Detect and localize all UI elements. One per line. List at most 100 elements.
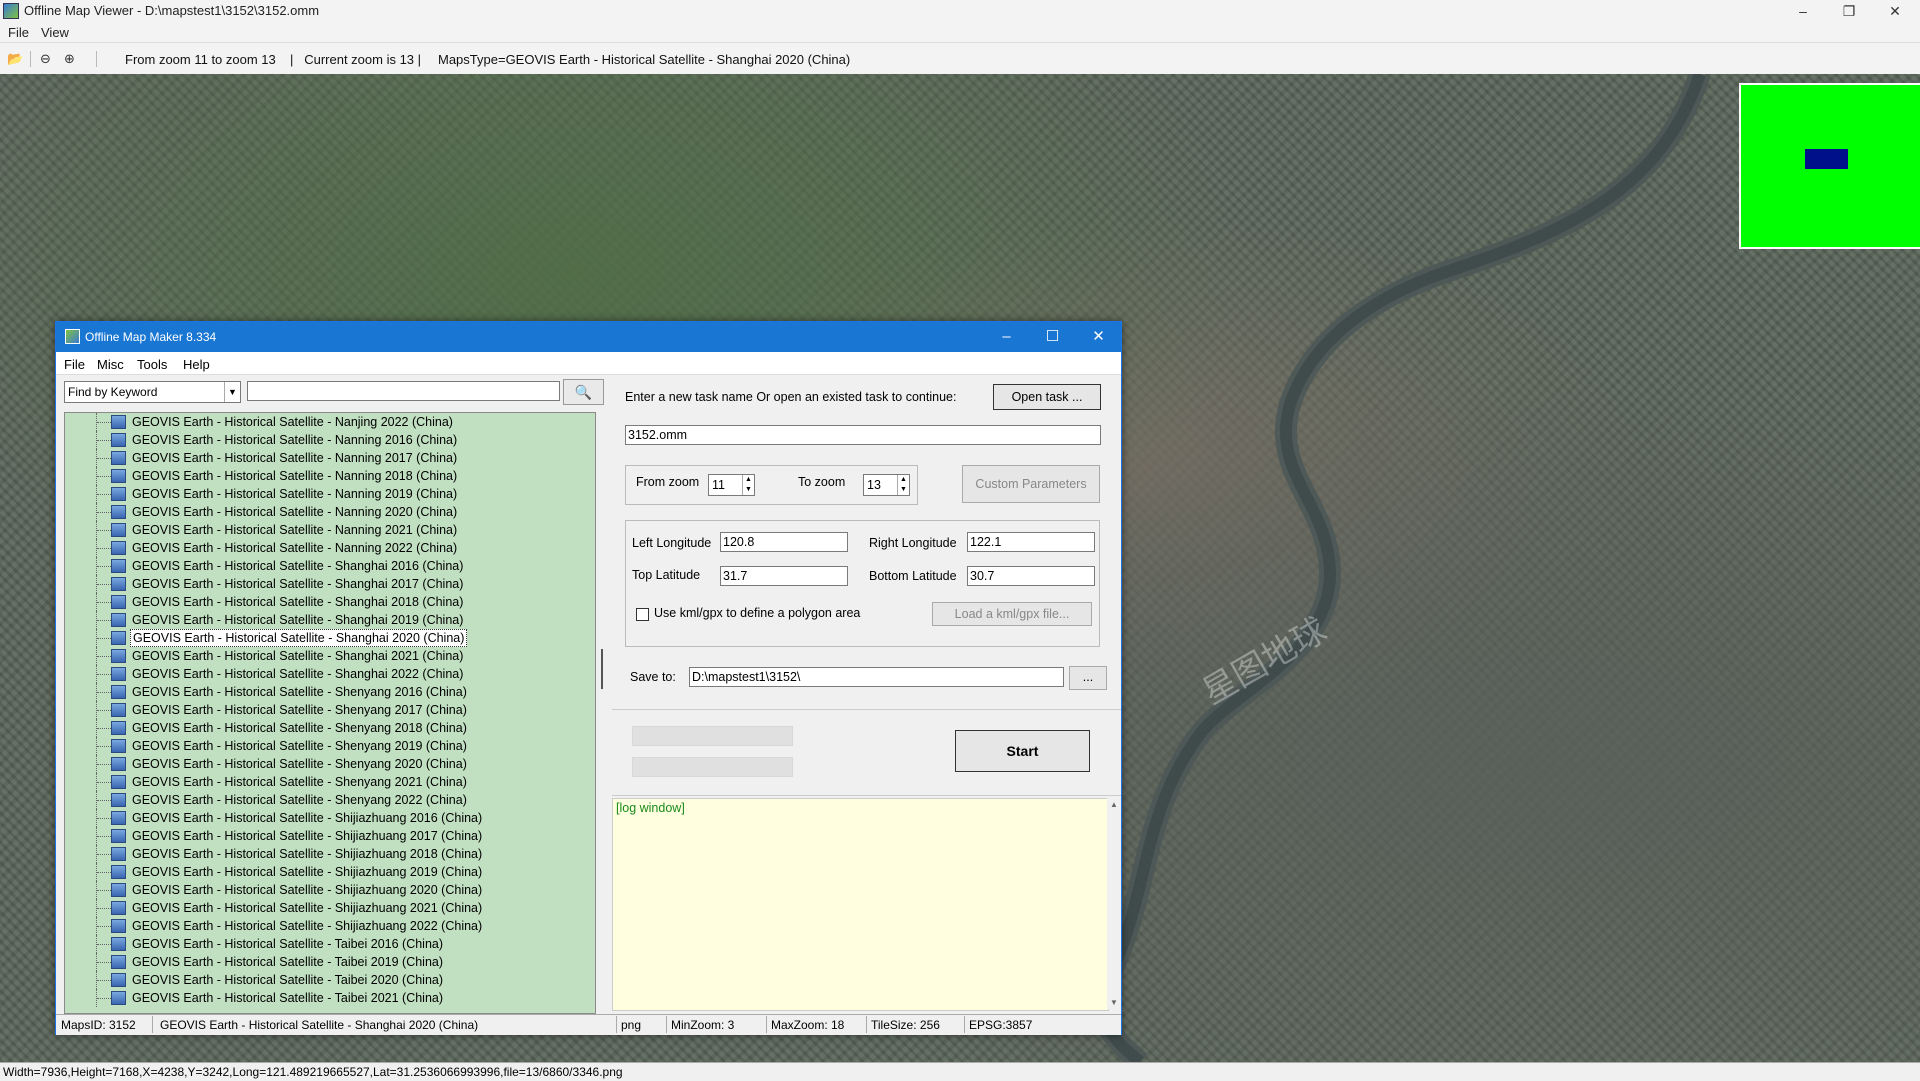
tree-item-label: GEOVIS Earth - Historical Satellite - Ta… [132,973,444,987]
tree-item[interactable]: GEOVIS Earth - Historical Satellite - Sh… [65,557,595,575]
status-max-zoom: MaxZoom: 18 [771,1018,845,1032]
tree-connector [97,800,111,801]
maps-type-text: MapsType=GEOVIS Earth - Historical Satel… [438,52,851,67]
minimize-button[interactable]: – [1780,0,1826,22]
tree-item[interactable]: GEOVIS Earth - Historical Satellite - Na… [65,449,595,467]
zoom-range-text: From zoom 11 to zoom 13 [125,52,276,67]
status-bar: Width=7936,Height=7168,X=4238,Y=3242,Lon… [0,1062,1920,1081]
tree-item[interactable]: GEOVIS Earth - Historical Satellite - Sh… [65,575,595,593]
browse-folder-button[interactable]: ... [1069,666,1107,690]
tree-item[interactable]: GEOVIS Earth - Historical Satellite - Na… [65,539,595,557]
tree-item-label: GEOVIS Earth - Historical Satellite - Na… [132,415,453,429]
tree-item-label: GEOVIS Earth - Historical Satellite - Ta… [132,955,444,969]
map-source-tree[interactable]: GEOVIS Earth - Historical Satellite - Na… [64,412,596,1014]
save-to-label: Save to: [630,670,676,684]
left-longitude-input[interactable] [720,532,848,552]
from-zoom-spinner[interactable]: 11 ▲ ▼ [708,474,755,496]
tree-connector [97,440,111,441]
tree-item[interactable]: GEOVIS Earth - Historical Satellite - Sh… [65,863,595,881]
tree-item[interactable]: GEOVIS Earth - Historical Satellite - Ta… [65,989,595,1007]
dialog-minimize-button[interactable]: – [984,322,1029,352]
close-button[interactable]: ✕ [1872,0,1918,22]
zoom-out-icon[interactable]: ⊖ [38,52,53,66]
menu-view[interactable]: View [41,25,69,40]
open-folder-icon[interactable]: 📂 [7,52,23,66]
spinner-arrows-icon[interactable]: ▲ ▼ [742,475,754,495]
task-name-input[interactable] [625,425,1101,445]
search-button[interactable]: 🔍 [563,379,604,405]
right-longitude-input[interactable] [967,532,1095,552]
tree-item[interactable]: GEOVIS Earth - Historical Satellite - Sh… [65,683,595,701]
tree-item[interactable]: GEOVIS Earth - Historical Satellite - Sh… [65,701,595,719]
chevron-down-icon[interactable]: ▼ [224,382,240,402]
tree-item[interactable]: GEOVIS Earth - Historical Satellite - Sh… [65,719,595,737]
restore-button[interactable]: ❐ [1826,0,1872,22]
left-longitude-label: Left Longitude [632,536,712,550]
tree-item[interactable]: GEOVIS Earth - Historical Satellite - Sh… [65,665,595,683]
tree-item[interactable]: GEOVIS Earth - Historical Satellite - Sh… [65,899,595,917]
dialog-maximize-button[interactable]: ☐ [1030,322,1075,352]
tree-item[interactable]: GEOVIS Earth - Historical Satellite - Na… [65,431,595,449]
tree-item[interactable]: GEOVIS Earth - Historical Satellite - Sh… [65,827,595,845]
top-latitude-input[interactable] [720,566,848,586]
tree-item[interactable]: GEOVIS Earth - Historical Satellite - Sh… [65,773,595,791]
search-mode-select[interactable]: Find by Keyword ▼ [64,381,241,403]
custom-parameters-button[interactable]: Custom Parameters [962,465,1100,503]
tree-item[interactable]: GEOVIS Earth - Historical Satellite - Sh… [65,917,595,935]
map-tile-icon [111,487,126,501]
tree-item[interactable]: GEOVIS Earth - Historical Satellite - Na… [65,485,595,503]
map-tile-icon [111,829,126,843]
dialog-close-button[interactable]: ✕ [1076,322,1121,352]
scroll-down-icon[interactable]: ▼ [1107,998,1121,1007]
tree-item[interactable]: GEOVIS Earth - Historical Satellite - Sh… [65,881,595,899]
dialog-titlebar[interactable]: Offline Map Maker 8.334 – ☐ ✕ [56,322,1121,352]
tree-item[interactable]: GEOVIS Earth - Historical Satellite - Sh… [65,611,595,629]
tree-item[interactable]: GEOVIS Earth - Historical Satellite - Na… [65,467,595,485]
tree-item-label: GEOVIS Earth - Historical Satellite - Sh… [132,721,467,735]
tree-item[interactable]: GEOVIS Earth - Historical Satellite - Sh… [65,629,595,647]
tree-item[interactable]: GEOVIS Earth - Historical Satellite - Sh… [65,809,595,827]
dialog-menu-misc[interactable]: Misc [97,357,124,372]
menu-file[interactable]: File [8,25,29,40]
kml-polygon-checkbox[interactable] [636,608,649,621]
tree-item[interactable]: GEOVIS Earth - Historical Satellite - Sh… [65,755,595,773]
tree-item[interactable]: GEOVIS Earth - Historical Satellite - Ta… [65,953,595,971]
splitter-handle[interactable] [601,649,603,689]
log-scrollbar[interactable]: ▲ ▼ [1107,798,1121,1009]
scroll-up-icon[interactable]: ▲ [1107,800,1121,809]
dialog-menu-tools[interactable]: Tools [137,357,167,372]
map-tile-icon [111,721,126,735]
tree-item[interactable]: GEOVIS Earth - Historical Satellite - Na… [65,503,595,521]
minimap-viewport[interactable] [1805,149,1848,169]
tree-connector [97,944,111,945]
progress-bar-total [632,726,793,746]
tree-item[interactable]: GEOVIS Earth - Historical Satellite - Sh… [65,647,595,665]
load-kml-button[interactable]: Load a kml/gpx file... [932,602,1092,626]
tree-connector [97,494,111,495]
dialog-menu-file[interactable]: File [64,357,85,372]
status-divider [616,1016,617,1033]
tree-item[interactable]: GEOVIS Earth - Historical Satellite - Na… [65,521,595,539]
zoom-in-icon[interactable]: ⊕ [62,52,77,66]
tree-item[interactable]: GEOVIS Earth - Historical Satellite - Na… [65,413,595,431]
tree-connector [97,818,111,819]
tree-item[interactable]: GEOVIS Earth - Historical Satellite - Sh… [65,737,595,755]
map-tile-icon [111,865,126,879]
dialog-menu-help[interactable]: Help [183,357,210,372]
to-zoom-spinner[interactable]: 13 ▲ ▼ [863,474,910,496]
tree-connector [97,674,111,675]
spinner-arrows-icon[interactable]: ▲ ▼ [897,475,909,495]
tree-item[interactable]: GEOVIS Earth - Historical Satellite - Ta… [65,971,595,989]
search-input[interactable] [247,381,560,401]
save-to-input[interactable] [689,667,1064,687]
open-task-button[interactable]: Open task ... [993,384,1101,410]
log-window[interactable]: [log window] [612,798,1109,1011]
status-divider [152,1016,153,1033]
start-button[interactable]: Start [955,730,1090,772]
tree-item[interactable]: GEOVIS Earth - Historical Satellite - Ta… [65,935,595,953]
tree-item-label: GEOVIS Earth - Historical Satellite - Sh… [132,559,464,573]
tree-item[interactable]: GEOVIS Earth - Historical Satellite - Sh… [65,593,595,611]
bottom-latitude-input[interactable] [967,566,1095,586]
tree-item[interactable]: GEOVIS Earth - Historical Satellite - Sh… [65,845,595,863]
tree-item[interactable]: GEOVIS Earth - Historical Satellite - Sh… [65,791,595,809]
